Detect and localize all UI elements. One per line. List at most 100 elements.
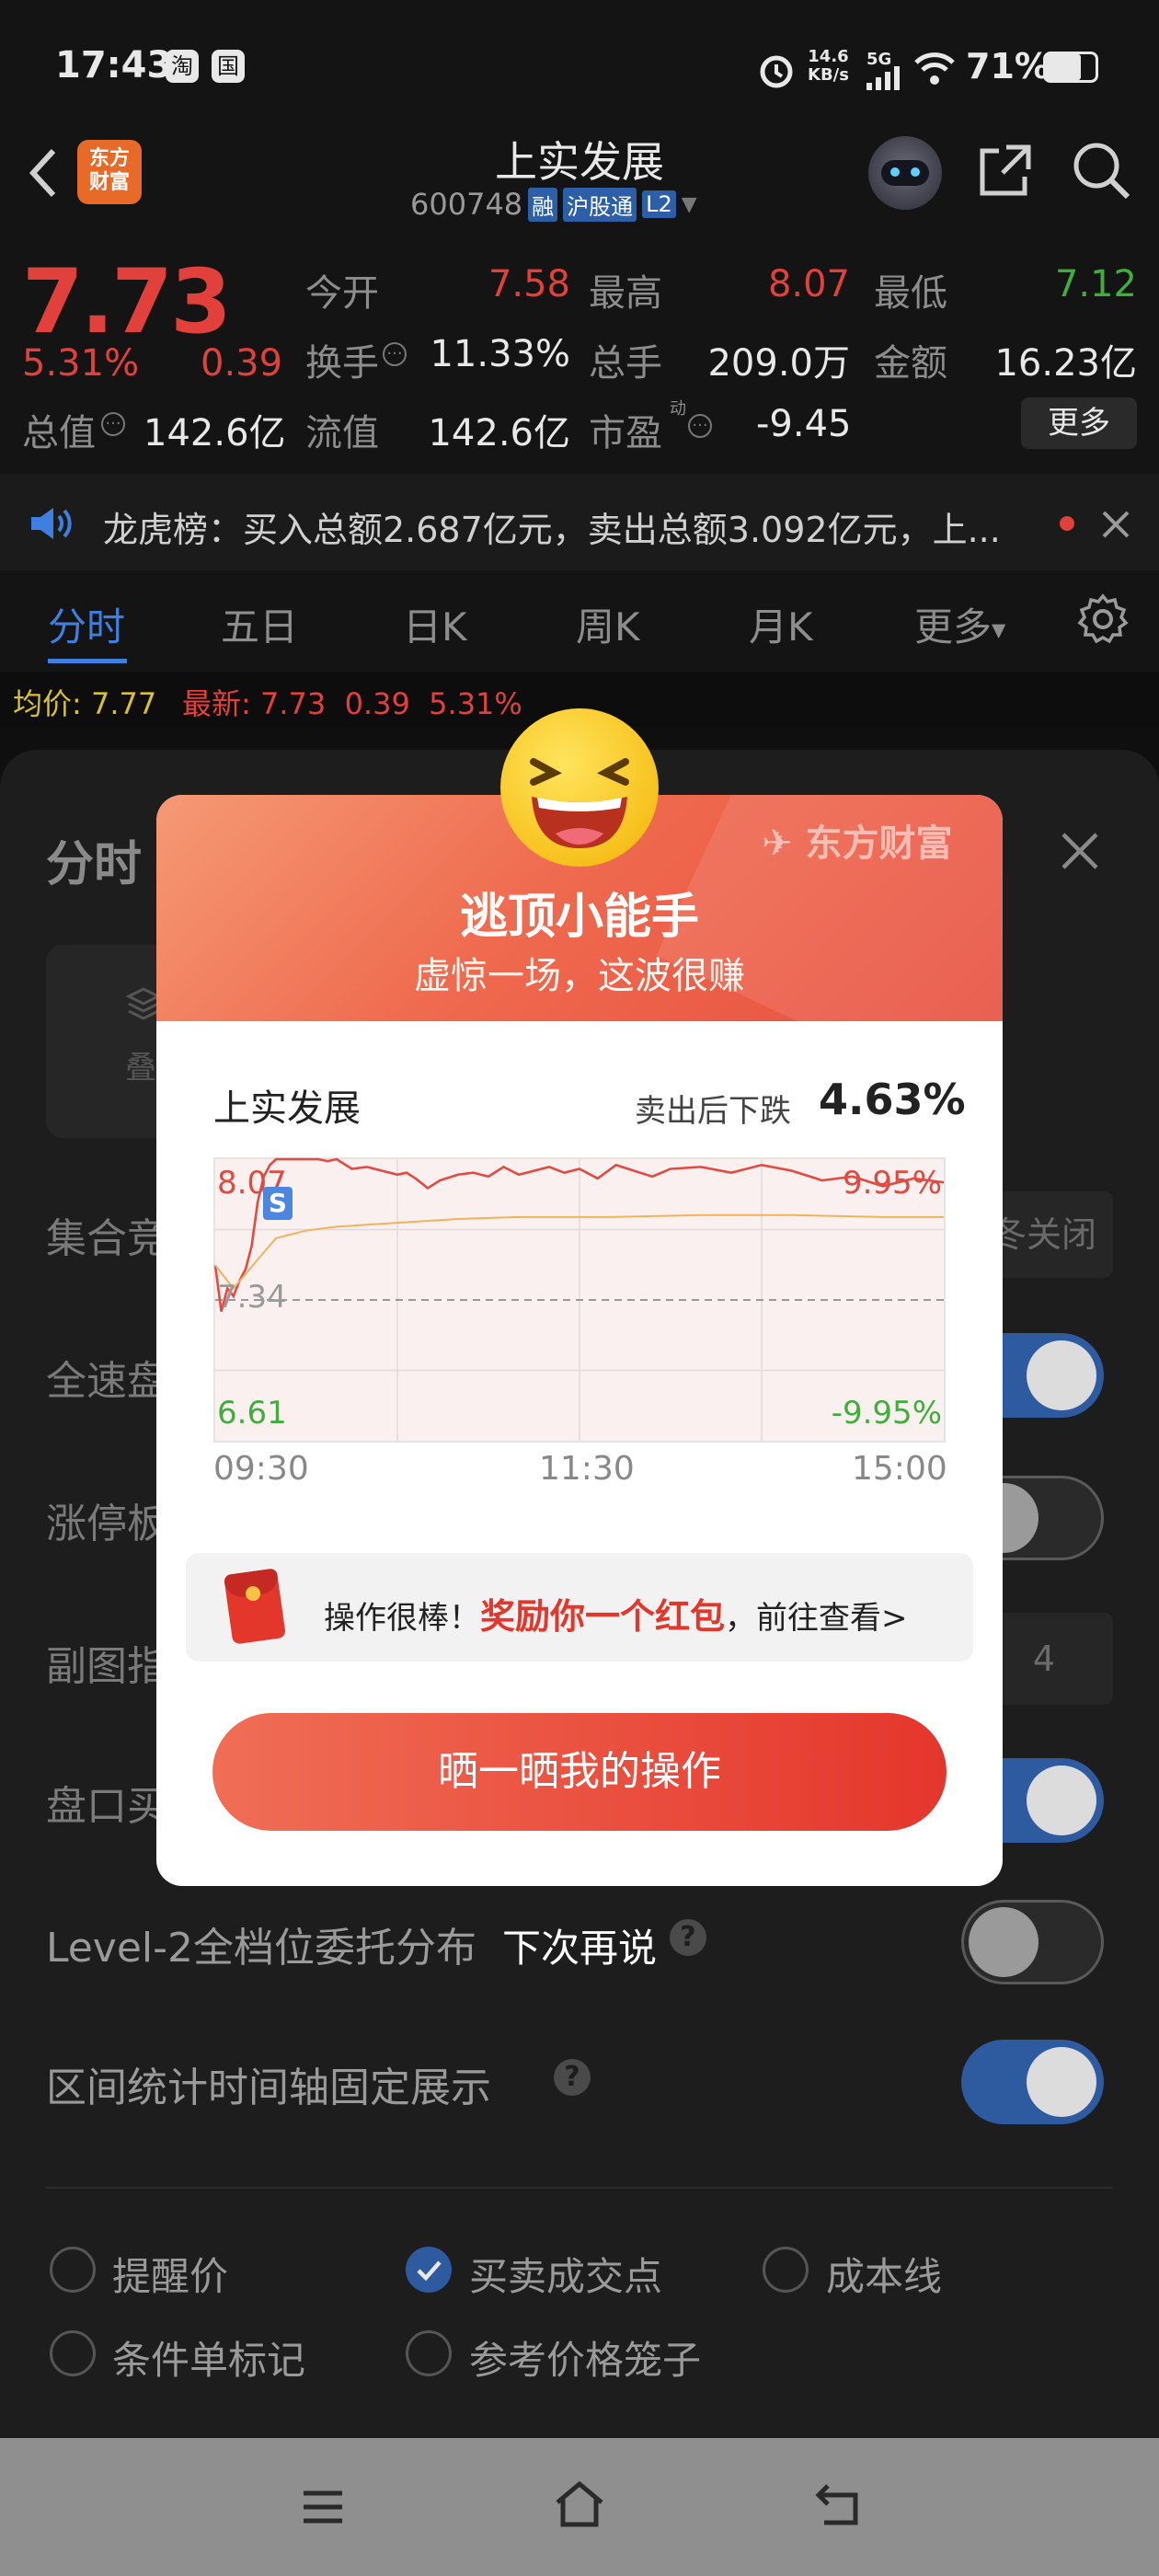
price-cage-label: 参考价格笼子: [469, 2338, 702, 2383]
speaker-icon: [31, 508, 72, 539]
net-speed-unit: KB/s: [808, 65, 849, 85]
battery-icon: [1043, 52, 1098, 83]
close-icon[interactable]: [1060, 831, 1100, 871]
reward-text: 操作很棒！奖励你一个红包，前往查看>: [324, 1596, 908, 1637]
share-operation-label: 晒一晒我的操作: [438, 1748, 721, 1795]
high-label: 最高: [589, 272, 662, 315]
pe-dynamic-marker: 动: [670, 399, 686, 419]
setting-timeline-fixed: 区间统计时间轴固定展示: [46, 2064, 491, 2111]
high-value: 8.07: [767, 263, 850, 305]
open-value: 7.58: [488, 263, 570, 305]
more-button[interactable]: 更多: [1021, 397, 1137, 449]
battery-percent: 71%: [966, 46, 1050, 86]
dots-info-icon[interactable]: ···: [383, 342, 407, 366]
red-packet-icon: [223, 1568, 287, 1645]
chevron-down-icon: ▼: [992, 618, 1006, 641]
tab-daily-k[interactable]: 日K: [403, 596, 467, 652]
home-icon[interactable]: [552, 2478, 607, 2530]
volume-label: 总手: [589, 342, 662, 385]
y-min-label: 6.61: [217, 1395, 287, 1432]
back-nav-icon[interactable]: [813, 2478, 865, 2530]
status-bar: 17:43 淘 国 14.6 KB/s 5G 71%: [0, 0, 1159, 129]
tab-weekly-k[interactable]: 周K: [576, 596, 640, 652]
pe-label: 市盈: [589, 412, 662, 454]
y-mid-label: 7.34: [217, 1279, 287, 1316]
pct-min-label: -9.95%: [831, 1395, 942, 1432]
intraday-chart: 8.07 7.34 6.61 9.95% -9.95% S: [213, 1157, 946, 1443]
hk-connect-tag: 沪股通: [563, 187, 637, 222]
overlay-tile-label: 叠: [125, 1050, 156, 1087]
dots-info-icon[interactable]: ···: [688, 414, 712, 438]
x-tick-close: 15:00: [852, 1450, 947, 1488]
avg-price: 均价: 7.77: [13, 686, 157, 721]
modal-title: 逃顶小能手: [459, 890, 699, 945]
open-label: 今开: [305, 272, 379, 315]
tab-intraday[interactable]: 分时: [48, 596, 125, 652]
trade-points-checkbox[interactable]: [406, 2247, 452, 2293]
menu-icon[interactable]: [300, 2484, 346, 2530]
active-tab-indicator: [48, 659, 127, 663]
notice-text: 龙虎榜：买入总额2.687亿元，卖出总额3.092亿元，上...: [103, 510, 1001, 550]
low-label: 最低: [874, 272, 947, 315]
system-nav-bar: [0, 2438, 1159, 2576]
settings-icon[interactable]: [1076, 592, 1130, 646]
stock-code-row[interactable]: 600748 融 沪股通 L2 ▼: [410, 186, 697, 223]
modal-subtitle: 虚惊一场，这波很赚: [414, 955, 745, 997]
reminder-price-checkbox[interactable]: [50, 2247, 96, 2293]
sheet-title: 分时: [46, 837, 143, 892]
reminder-price-label: 提醒价: [112, 2254, 229, 2299]
close-icon[interactable]: [1100, 509, 1131, 540]
condition-order-checkbox[interactable]: [50, 2330, 96, 2376]
result-value: 4.63%: [819, 1075, 966, 1124]
x-tick-open: 09:30: [213, 1450, 309, 1488]
change-amount: 0.39: [201, 342, 283, 385]
tab-five-day[interactable]: 五日: [221, 596, 298, 652]
setting-limitup: 涨停板: [46, 1501, 167, 1547]
divider: [46, 2187, 1113, 2189]
result-label: 卖出后下跌: [635, 1093, 791, 1130]
timeline-fixed-toggle[interactable]: [961, 2040, 1104, 2124]
latest-price: 最新: 7.73 0.39 5.31%: [182, 686, 522, 721]
net-speed: 14.6: [808, 47, 849, 66]
share-icon[interactable]: [975, 140, 1036, 201]
cost-line-label: 成本线: [826, 2254, 943, 2299]
volume-value: 209.0万: [707, 342, 850, 385]
pct-max-label: 9.95%: [842, 1165, 942, 1202]
cost-line-checkbox[interactable]: [763, 2247, 809, 2293]
amount-value: 16.23亿: [994, 342, 1137, 385]
low-value: 7.12: [1054, 263, 1137, 305]
float-value-label: 流值: [305, 412, 379, 454]
search-icon[interactable]: [1069, 138, 1133, 202]
unread-dot: [1060, 516, 1074, 531]
sell-marker: S: [263, 1187, 293, 1220]
turnover-value: 11.33%: [430, 333, 570, 375]
trade-points-label: 买卖成交点: [469, 2254, 663, 2299]
price-cage-checkbox[interactable]: [406, 2330, 452, 2376]
laughing-emoji-icon: [500, 708, 659, 867]
reward-modal: ✈ 东方财富 逃顶小能手 虚惊一场，这波很赚 上实发展 卖出后下跌 4.63% …: [156, 795, 1003, 1886]
check-icon: [417, 2260, 442, 2282]
red-packet-banner[interactable]: 操作很棒！奖励你一个红包，前往查看>: [186, 1553, 973, 1662]
quote-panel: 7.73 5.31% 0.39 今开 7.58 最高 8.07 最低 7.12 …: [0, 239, 1159, 474]
dots-info-icon[interactable]: ···: [101, 412, 125, 436]
margin-tag: 融: [528, 187, 558, 222]
total-value-label: 总值: [22, 412, 96, 454]
share-operation-button[interactable]: 晒一晒我的操作: [212, 1713, 947, 1831]
setting-fullspeed: 全速盘: [46, 1358, 167, 1405]
turnover-label: 换手: [305, 342, 379, 385]
brand-watermark: ✈ 东方财富: [762, 822, 953, 865]
help-icon[interactable]: ?: [554, 2059, 591, 2096]
robot-assistant-icon[interactable]: [868, 136, 942, 210]
alarm-icon: [760, 55, 793, 88]
period-tabs: 分时 五日 日K 周K 月K 更多▼: [0, 570, 1159, 672]
dismiss-link[interactable]: 下次再说: [0, 1917, 1159, 1973]
tab-monthly-k[interactable]: 月K: [749, 596, 813, 652]
notice-bar[interactable]: 龙虎榜：买入总额2.687亿元，卖出总额3.092亿元，上...: [0, 474, 1159, 570]
pe-value: -9.45: [756, 403, 852, 445]
condition-order-label: 条件单标记: [112, 2338, 306, 2383]
signal-icon: [866, 66, 900, 90]
app-badge-icon: 淘: [166, 50, 199, 83]
brand-logo-icon: ✈: [762, 822, 806, 865]
app-badge-icon: 国: [212, 50, 245, 83]
tab-more[interactable]: 更多▼: [914, 596, 1005, 652]
